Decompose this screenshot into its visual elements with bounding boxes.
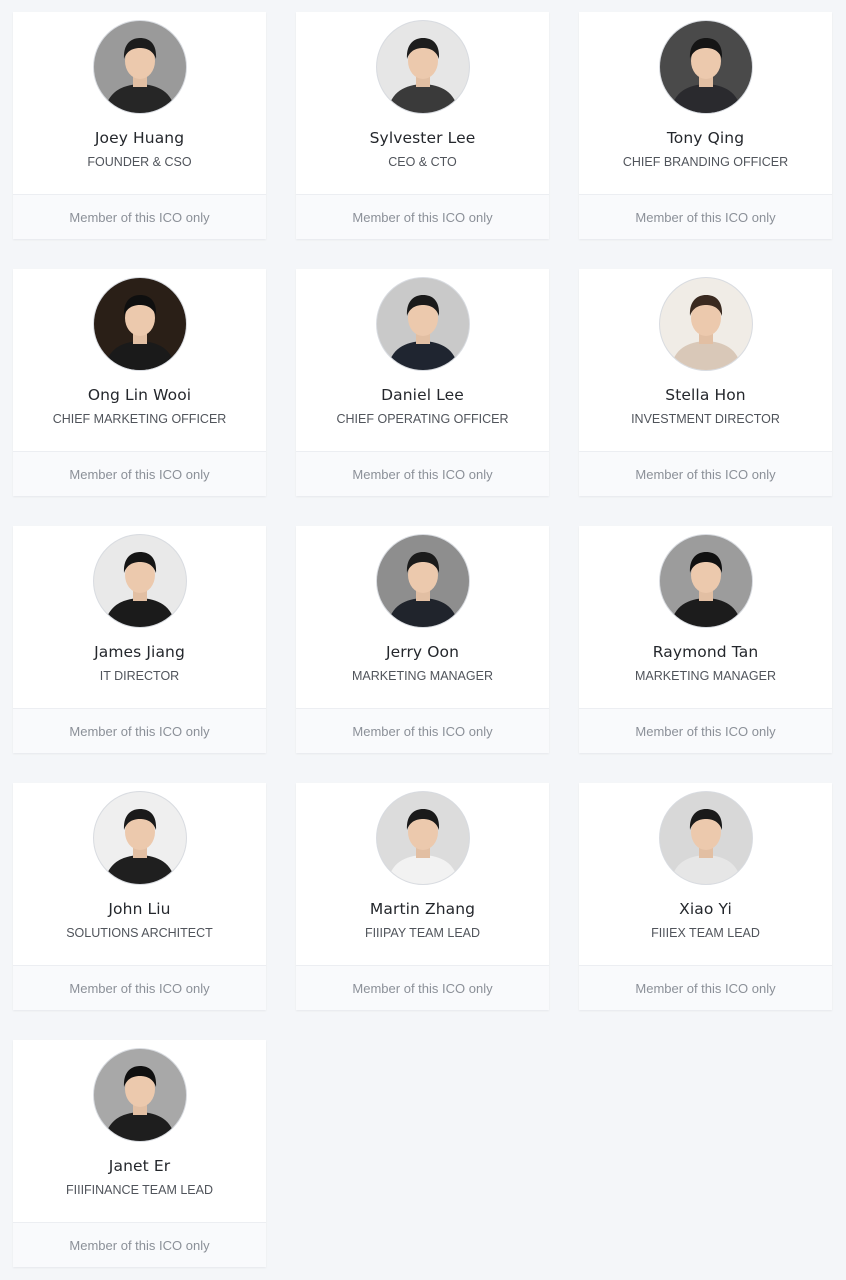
- member-role: IT DIRECTOR: [99, 669, 180, 683]
- avatar: [376, 791, 470, 885]
- avatar-photo: [377, 535, 469, 627]
- member-name: Daniel Lee: [381, 386, 464, 404]
- team-member-card: Daniel Lee CHIEF OPERATING OFFICER Membe…: [296, 269, 549, 496]
- member-role: FIIIEX TEAM LEAD: [651, 926, 760, 940]
- avatar-photo: [94, 21, 186, 113]
- member-role: FOUNDER & CSO: [87, 155, 192, 169]
- member-name: John Liu: [108, 900, 171, 918]
- member-name: James Jiang: [94, 643, 185, 661]
- avatar-photo: [377, 792, 469, 884]
- avatar-photo: [94, 278, 186, 370]
- member-footer: Member of this ICO only: [296, 965, 549, 1010]
- card-body: James Jiang IT DIRECTOR: [13, 526, 266, 709]
- card-body: Sylvester Lee CEO & CTO: [296, 12, 549, 195]
- avatar: [659, 20, 753, 114]
- avatar: [93, 277, 187, 371]
- team-member-card: Martin Zhang FIIIPAY TEAM LEAD Member of…: [296, 783, 549, 1010]
- card-body: Jerry Oon MARKETING MANAGER: [296, 526, 549, 709]
- avatar: [93, 1048, 187, 1142]
- member-footer: Member of this ICO only: [579, 708, 832, 753]
- team-member-card: Xiao Yi FIIIEX TEAM LEAD Member of this …: [579, 783, 832, 1010]
- team-member-card: Jerry Oon MARKETING MANAGER Member of th…: [296, 526, 549, 753]
- card-body: Martin Zhang FIIIPAY TEAM LEAD: [296, 783, 549, 966]
- member-role: FIIIPAY TEAM LEAD: [364, 926, 481, 940]
- card-body: Joey Huang FOUNDER & CSO: [13, 12, 266, 195]
- member-footer: Member of this ICO only: [296, 194, 549, 239]
- member-footer: Member of this ICO only: [296, 708, 549, 753]
- member-name: Ong Lin Wooi: [87, 386, 192, 404]
- team-member-card: Ong Lin Wooi CHIEF MARKETING OFFICER Mem…: [13, 269, 266, 496]
- member-footer: Member of this ICO only: [579, 451, 832, 496]
- card-body: Xiao Yi FIIIEX TEAM LEAD: [579, 783, 832, 966]
- member-role: SOLUTIONS ARCHITECT: [66, 926, 213, 940]
- team-member-card: Janet Er FIIIFINANCE TEAM LEAD Member of…: [13, 1040, 266, 1267]
- member-footer: Member of this ICO only: [13, 965, 266, 1010]
- member-role: MARKETING MANAGER: [635, 669, 776, 683]
- member-role: MARKETING MANAGER: [352, 669, 493, 683]
- member-name: Tony Qing: [666, 129, 745, 147]
- avatar: [93, 791, 187, 885]
- member-footer: Member of this ICO only: [13, 1222, 266, 1267]
- avatar-photo: [94, 1049, 186, 1141]
- avatar-photo: [660, 535, 752, 627]
- avatar: [376, 20, 470, 114]
- member-name: Xiao Yi: [679, 900, 732, 918]
- member-name: Joey Huang: [94, 129, 185, 147]
- member-role: FIIIFINANCE TEAM LEAD: [65, 1183, 213, 1197]
- member-name: Jerry Oon: [385, 643, 460, 661]
- avatar: [93, 20, 187, 114]
- member-footer: Member of this ICO only: [13, 194, 266, 239]
- card-body: Tony Qing CHIEF BRANDING OFFICER: [579, 12, 832, 195]
- avatar-photo: [377, 278, 469, 370]
- team-grid: Joey Huang FOUNDER & CSO Member of this …: [13, 12, 832, 1267]
- team-member-card: Raymond Tan MARKETING MANAGER Member of …: [579, 526, 832, 753]
- member-footer: Member of this ICO only: [13, 708, 266, 753]
- member-footer: Member of this ICO only: [579, 965, 832, 1010]
- avatar-photo: [377, 21, 469, 113]
- card-body: Raymond Tan MARKETING MANAGER: [579, 526, 832, 709]
- member-role: CHIEF OPERATING OFFICER: [336, 412, 509, 426]
- team-member-card: Sylvester Lee CEO & CTO Member of this I…: [296, 12, 549, 239]
- avatar: [376, 277, 470, 371]
- member-role: CHIEF BRANDING OFFICER: [622, 155, 789, 169]
- member-role: INVESTMENT DIRECTOR: [631, 412, 780, 426]
- card-body: Ong Lin Wooi CHIEF MARKETING OFFICER: [13, 269, 266, 452]
- avatar: [376, 534, 470, 628]
- card-body: John Liu SOLUTIONS ARCHITECT: [13, 783, 266, 966]
- team-member-card: Joey Huang FOUNDER & CSO Member of this …: [13, 12, 266, 239]
- member-name: Sylvester Lee: [369, 129, 476, 147]
- team-member-card: Stella Hon INVESTMENT DIRECTOR Member of…: [579, 269, 832, 496]
- avatar-photo: [94, 792, 186, 884]
- member-name: Raymond Tan: [652, 643, 759, 661]
- member-footer: Member of this ICO only: [579, 194, 832, 239]
- member-footer: Member of this ICO only: [13, 451, 266, 496]
- avatar: [659, 791, 753, 885]
- avatar-photo: [660, 21, 752, 113]
- member-name: Martin Zhang: [369, 900, 476, 918]
- card-body: Janet Er FIIIFINANCE TEAM LEAD: [13, 1040, 266, 1223]
- avatar-photo: [94, 535, 186, 627]
- avatar: [659, 534, 753, 628]
- avatar-photo: [660, 278, 752, 370]
- team-member-card: James Jiang IT DIRECTOR Member of this I…: [13, 526, 266, 753]
- team-member-card: John Liu SOLUTIONS ARCHITECT Member of t…: [13, 783, 266, 1010]
- avatar: [659, 277, 753, 371]
- member-name: Stella Hon: [665, 386, 746, 404]
- card-body: Daniel Lee CHIEF OPERATING OFFICER: [296, 269, 549, 452]
- avatar-photo: [660, 792, 752, 884]
- avatar: [93, 534, 187, 628]
- team-member-card: Tony Qing CHIEF BRANDING OFFICER Member …: [579, 12, 832, 239]
- member-footer: Member of this ICO only: [296, 451, 549, 496]
- member-name: Janet Er: [108, 1157, 171, 1175]
- member-role: CHIEF MARKETING OFFICER: [52, 412, 227, 426]
- member-role: CEO & CTO: [388, 155, 457, 169]
- card-body: Stella Hon INVESTMENT DIRECTOR: [579, 269, 832, 452]
